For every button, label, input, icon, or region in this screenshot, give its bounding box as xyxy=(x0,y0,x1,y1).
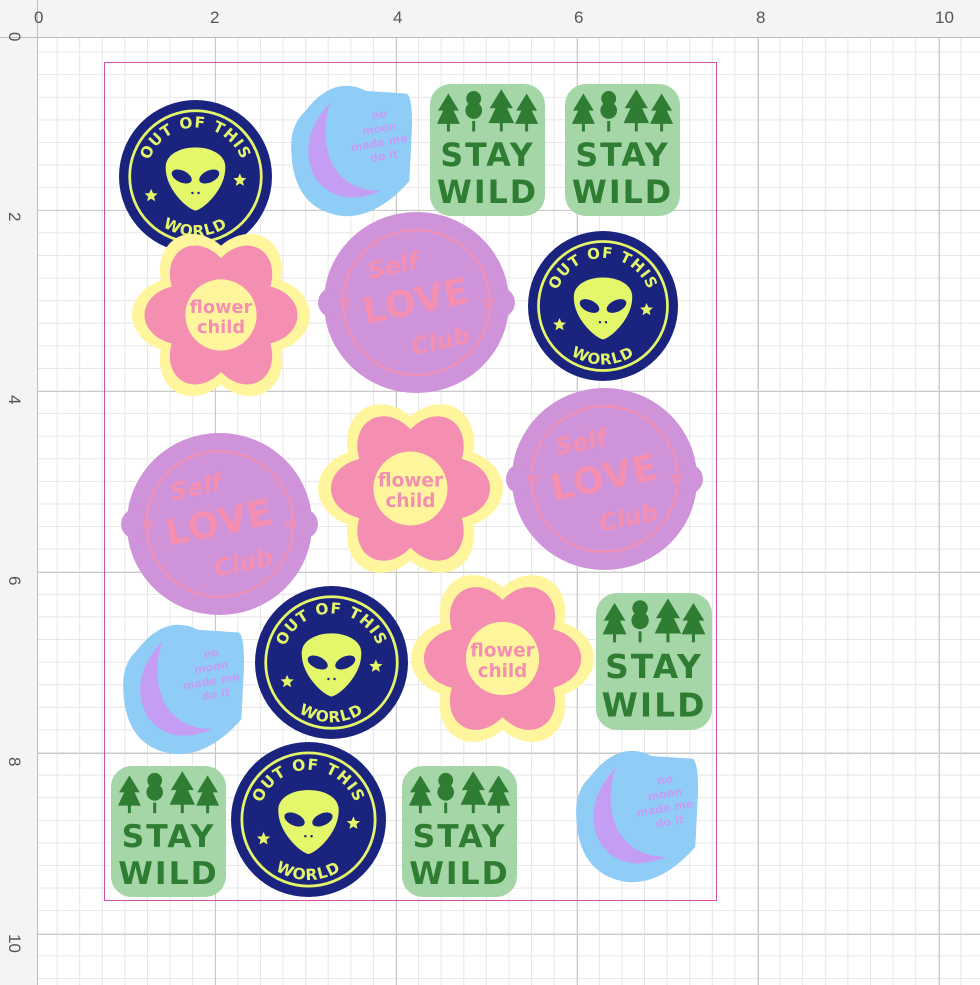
alien-sticker[interactable]: OUT OF THIS WORLD xyxy=(528,231,678,381)
flower-child-sticker[interactable]: flower child xyxy=(318,396,503,581)
svg-text:STAY: STAY xyxy=(413,819,507,855)
alien-sticker[interactable]: OUT OF THIS WORLD xyxy=(255,586,408,739)
ruler-left[interactable]: 0 2 4 6 8 10 xyxy=(0,32,38,985)
svg-text:WILD: WILD xyxy=(409,856,510,892)
ruler-left-label: 4 xyxy=(5,395,24,405)
stay-wild-sticker[interactable]: STAY WILD xyxy=(430,84,545,216)
ruler-top-label: 8 xyxy=(756,8,766,27)
ruler-left-label: 2 xyxy=(5,212,24,222)
stay-wild-sticker[interactable]: STAY WILD xyxy=(111,766,226,897)
ruler-top[interactable]: 0 2 4 6 8 10 xyxy=(34,0,980,38)
alien-sticker[interactable]: OUT OF THIS WORLD xyxy=(231,742,386,897)
svg-text:child: child xyxy=(197,317,245,338)
ruler-top-label: 4 xyxy=(393,8,403,27)
svg-text:flower: flower xyxy=(378,471,444,492)
svg-text:WILD: WILD xyxy=(602,685,707,724)
ruler-left-label: 0 xyxy=(5,32,24,42)
ruler-top-label: 0 xyxy=(34,8,44,27)
svg-text:child: child xyxy=(385,491,435,512)
ruler-top-label: 6 xyxy=(574,8,584,27)
ruler-left-label: 8 xyxy=(5,757,24,767)
ruler-top-label: 10 xyxy=(935,8,954,27)
svg-text:flower: flower xyxy=(470,641,534,662)
svg-text:WILD: WILD xyxy=(572,175,673,211)
ruler-left-label: 10 xyxy=(5,934,24,953)
svg-text:STAY: STAY xyxy=(605,647,703,686)
svg-text:WILD: WILD xyxy=(118,856,219,892)
svg-text:child: child xyxy=(478,661,527,682)
self-love-club-sticker[interactable]: Self LOVE Club xyxy=(318,212,515,393)
svg-text:WILD: WILD xyxy=(437,175,538,211)
svg-text:STAY: STAY xyxy=(440,138,534,174)
svg-text:no: no xyxy=(656,772,674,788)
moon-sticker[interactable]: no moon made me do it xyxy=(575,742,699,883)
svg-text:flower: flower xyxy=(190,297,253,318)
stay-wild-sticker[interactable]: STAY WILD xyxy=(402,766,517,897)
moon-sticker[interactable]: no moon made me do it xyxy=(290,77,413,217)
svg-text:STAY: STAY xyxy=(575,138,669,174)
self-love-club-sticker[interactable]: Self LOVE Club xyxy=(506,388,703,570)
flower-child-sticker[interactable]: flower child xyxy=(411,567,594,750)
svg-text:STAY: STAY xyxy=(122,819,216,855)
moon-sticker[interactable]: no moon made me do it xyxy=(122,616,245,755)
ruler-top-label: 2 xyxy=(210,8,220,27)
ruler-left-label: 6 xyxy=(5,576,24,586)
stay-wild-sticker[interactable]: STAY WILD xyxy=(596,593,712,730)
stay-wild-sticker[interactable]: STAY WILD xyxy=(565,84,680,216)
flower-child-sticker[interactable]: flower child xyxy=(132,226,310,404)
